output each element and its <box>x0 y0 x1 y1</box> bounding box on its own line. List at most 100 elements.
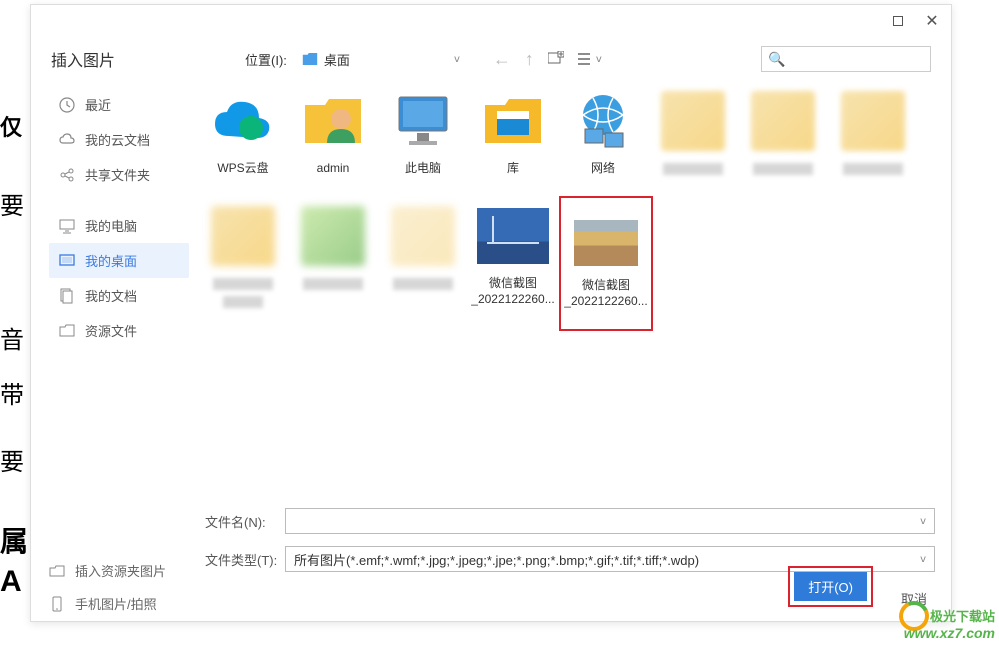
blurred-text <box>223 296 263 308</box>
bg-text: A <box>0 565 22 599</box>
phone-photo-button[interactable]: 手机图片/拍照 <box>49 594 166 613</box>
bg-text: 仅 <box>0 110 22 142</box>
bottom-bar: 插入资源夹图片 手机图片/拍照 文件名(N): ⅴ 文件类型(T): 所有图片(… <box>49 508 935 613</box>
bottom-left-label: 插入资源夹图片 <box>75 561 166 580</box>
computer-icon <box>59 218 75 234</box>
location-label: 位置(I): <box>245 50 287 69</box>
blurred-text <box>753 163 813 175</box>
location-area: 位置(I): 桌面 ⅴ ← ↑ ⅴ <box>245 47 602 72</box>
file-item-library[interactable]: 库 <box>469 81 557 196</box>
share-icon <box>59 167 75 183</box>
watermark-name: 极光下载站 <box>930 609 995 624</box>
file-item-wps-cloud[interactable]: WPS云盘 <box>199 81 287 196</box>
file-item-label: WPS云盘 <box>215 161 270 177</box>
file-item-screenshot-1[interactable]: 微信截图_2022122260... <box>469 196 557 331</box>
blurred-text <box>663 163 723 175</box>
file-item-blurred[interactable] <box>199 196 287 331</box>
watermark: 极光下载站 www.xz7.com <box>904 606 995 641</box>
close-button[interactable]: ✕ <box>917 9 947 33</box>
chevron-down-icon: ⅴ <box>920 554 926 565</box>
file-item-this-pc[interactable]: 此电脑 <box>379 81 467 196</box>
library-icon <box>477 85 549 157</box>
sidebar-item-resources[interactable]: 资源文件 <box>49 313 189 348</box>
insert-folder-button[interactable]: 插入资源夹图片 <box>49 561 166 580</box>
back-button[interactable]: ← <box>493 49 511 70</box>
desktop-icon <box>59 253 75 269</box>
chevron-down-icon: ⅴ <box>454 54 460 65</box>
file-item-blurred[interactable] <box>379 196 467 331</box>
folder-icon <box>661 91 725 151</box>
blurred-text <box>843 163 903 175</box>
image-thumbnail <box>477 208 549 264</box>
bottom-left-label: 手机图片/拍照 <box>75 594 157 613</box>
network-icon <box>567 85 639 157</box>
titlebar: ✕ <box>883 9 947 33</box>
file-item-blurred[interactable] <box>829 81 917 196</box>
filename-row: 文件名(N): ⅴ <box>49 508 935 534</box>
file-item-blurred[interactable] <box>649 81 737 196</box>
sidebar-item-shared[interactable]: 共享文件夹 <box>49 157 189 192</box>
sidebar-item-label: 我的桌面 <box>85 251 137 270</box>
new-folder-button[interactable] <box>548 51 564 68</box>
maximize-button[interactable] <box>883 9 913 33</box>
blurred-text <box>393 278 453 290</box>
file-item-label: 此电脑 <box>403 161 443 177</box>
search-icon: 🔍 <box>768 51 785 68</box>
file-item-blurred[interactable] <box>289 196 377 331</box>
folder-icon <box>751 91 815 151</box>
wps-cloud-icon <box>207 85 279 157</box>
file-item-screenshot-2[interactable]: 微信截图_2022122260... <box>559 196 653 331</box>
folder-icon <box>301 206 365 266</box>
folder-icon <box>211 206 275 266</box>
dialog-header: 插入图片 位置(I): 桌面 ⅴ ← ↑ ⅴ 🔍 <box>51 39 931 79</box>
search-input[interactable]: 🔍 <box>761 46 931 72</box>
bg-text: 要 <box>0 186 24 221</box>
file-item-blurred[interactable] <box>739 81 827 196</box>
blurred-text <box>213 278 273 290</box>
phone-icon <box>49 596 65 612</box>
filetype-value: 所有图片(*.emf;*.wmf;*.jpg;*.jpeg;*.jpe;*.pn… <box>294 550 699 569</box>
filetype-label: 文件类型(T): <box>205 550 285 569</box>
bg-text: 带 <box>0 375 24 410</box>
sidebar: 最近 我的云文档 共享文件夹 我的电脑 我的桌面 <box>49 87 189 348</box>
image-thumbnail <box>574 220 638 266</box>
folder-icon <box>841 91 905 151</box>
view-dropdown[interactable]: ⅴ <box>578 52 602 66</box>
file-item-label: 微信截图_2022122260... <box>469 276 556 307</box>
insert-picture-dialog: ✕ 插入图片 位置(I): 桌面 ⅴ ← ↑ ⅴ <box>30 4 952 622</box>
watermark-url: www.xz7.com <box>904 625 995 641</box>
highlight-box: 打开(O) <box>788 566 873 607</box>
bg-text: 属 <box>0 520 28 560</box>
bg-text: 要 <box>0 442 24 477</box>
bottom-left-actions: 插入资源夹图片 手机图片/拍照 <box>49 561 166 613</box>
dialog-title: 插入图片 <box>51 47 115 71</box>
sidebar-item-documents[interactable]: 我的文档 <box>49 278 189 313</box>
folder-plus-icon <box>49 563 65 579</box>
sidebar-item-cloud[interactable]: 我的云文档 <box>49 122 189 157</box>
nav-buttons: ← ↑ ⅴ <box>493 49 602 70</box>
sidebar-item-label: 我的文档 <box>85 286 137 305</box>
document-folder-icon <box>59 288 75 304</box>
file-item-label: 库 <box>505 161 521 177</box>
user-folder-icon <box>297 85 369 157</box>
filename-input[interactable]: ⅴ <box>285 508 935 534</box>
blurred-text <box>303 278 363 290</box>
sidebar-item-recent[interactable]: 最近 <box>49 87 189 122</box>
file-list: WPS云盘 admin 此电脑 库 <box>199 81 933 501</box>
sidebar-item-label: 共享文件夹 <box>85 165 150 184</box>
sidebar-item-label: 我的云文档 <box>85 130 150 149</box>
sidebar-item-label: 我的电脑 <box>85 216 137 235</box>
clock-icon <box>59 97 75 113</box>
file-item-label: 微信截图_2022122260... <box>562 278 649 309</box>
chevron-down-icon: ⅴ <box>596 54 602 65</box>
sidebar-item-desktop[interactable]: 我的桌面 <box>49 243 189 278</box>
action-buttons: 打开(O) 取消 <box>49 584 935 613</box>
up-button[interactable]: ↑ <box>525 49 534 70</box>
file-item-network[interactable]: 网络 <box>559 81 647 196</box>
open-button[interactable]: 打开(O) <box>794 572 867 601</box>
sidebar-item-computer[interactable]: 我的电脑 <box>49 208 189 243</box>
file-item-admin[interactable]: admin <box>289 81 377 196</box>
folder-icon <box>391 206 455 266</box>
file-item-label: 网络 <box>589 161 617 177</box>
location-dropdown[interactable]: 桌面 ⅴ <box>297 47 465 72</box>
